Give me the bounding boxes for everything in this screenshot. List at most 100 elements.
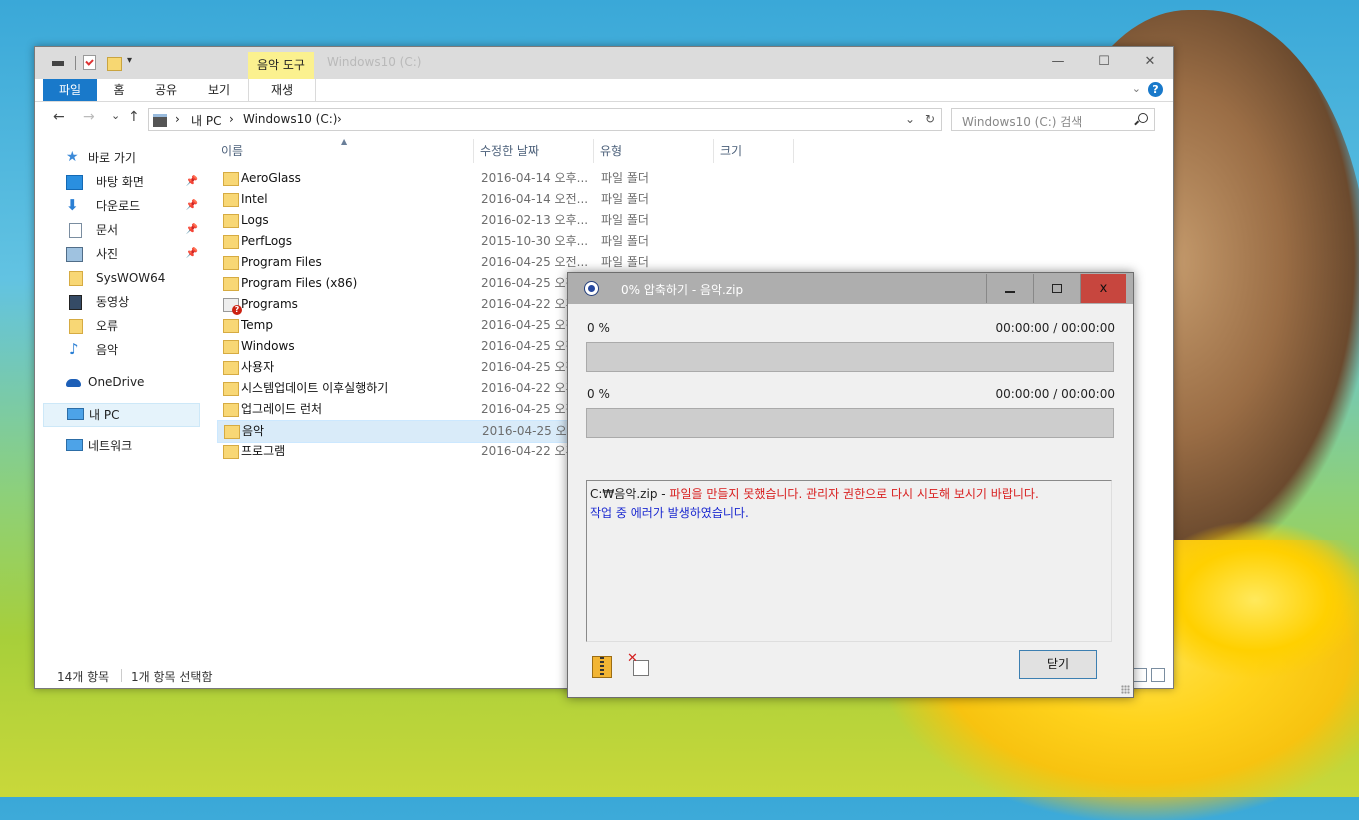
- file-row[interactable]: Program Files 2016-04-25 오전... 파일 폴더: [217, 252, 777, 273]
- sidebar-item-label: 다운로드: [96, 199, 141, 213]
- onedrive-icon: [66, 379, 81, 387]
- properties-icon[interactable]: [83, 55, 96, 70]
- close-button[interactable]: ✕: [1127, 47, 1173, 77]
- sidebar-item-videos[interactable]: 동영상: [43, 291, 198, 313]
- breadcrumb-this-pc[interactable]: 내 PC: [191, 112, 221, 129]
- log-error-message: 파일을 만들지 못했습니다. 관리자 권한으로 다시 시도해 보시기 바랍니다.: [669, 487, 1039, 501]
- tab-home[interactable]: 홈: [109, 79, 129, 101]
- log-line-info: 작업 중 에러가 발생하였습니다.: [590, 506, 749, 520]
- sidebar-item-quick-access[interactable]: ★ 바로 가기: [43, 147, 198, 169]
- address-dropdown-icon[interactable]: ⌄: [905, 112, 915, 126]
- new-folder-icon[interactable]: [107, 57, 122, 71]
- log-output[interactable]: C:₩음악.zip - 파일을 만들지 못했습니다. 관리자 권한으로 다시 시…: [586, 480, 1112, 642]
- tab-play[interactable]: 재생: [248, 79, 316, 101]
- back-button[interactable]: ←: [53, 109, 65, 125]
- sidebar-item-errors[interactable]: 오류: [43, 315, 198, 337]
- resize-grip[interactable]: [1121, 685, 1130, 694]
- elapsed-time-1: 00:00:00 / 00:00:00: [995, 321, 1115, 335]
- sidebar-item-onedrive[interactable]: OneDrive: [43, 371, 198, 393]
- explorer-titlebar[interactable]: ▾ 음악 도구 Windows10 (C:) — ☐ ✕: [35, 47, 1173, 79]
- sidebar-item-pictures[interactable]: 사진 📌: [43, 243, 198, 265]
- search-icon[interactable]: [1138, 113, 1148, 123]
- file-row[interactable]: PerfLogs 2015-10-30 오후... 파일 폴더: [217, 231, 777, 252]
- up-button[interactable]: ↑: [128, 109, 140, 125]
- dialog-maximize-button[interactable]: [1033, 274, 1080, 303]
- sidebar-item-documents[interactable]: 문서 📌: [43, 219, 198, 241]
- folder-icon: [223, 172, 239, 186]
- dialog-close-button[interactable]: x: [1080, 274, 1126, 303]
- file-name: Programs: [241, 297, 298, 311]
- file-date: 2016-04-14 오전...: [481, 192, 589, 206]
- sidebar-item-label: SysWOW64: [96, 271, 166, 285]
- address-bar[interactable]: › 내 PC › Windows10 (C:) › ⌄ ↻: [148, 108, 942, 131]
- folder-icon: [223, 403, 239, 417]
- file-name: Windows: [241, 339, 295, 353]
- file-name: 사용자: [241, 360, 275, 374]
- tab-view[interactable]: 보기: [205, 79, 233, 101]
- music-tools-tab[interactable]: 음악 도구: [248, 52, 314, 79]
- column-header-size[interactable]: 크기: [714, 139, 794, 163]
- open-archive-icon[interactable]: [592, 656, 612, 678]
- file-row[interactable]: AeroGlass 2016-04-14 오후... 파일 폴더: [217, 168, 777, 189]
- breadcrumb-separator[interactable]: ›: [337, 112, 342, 126]
- sidebar-item-label: 동영상: [96, 295, 130, 309]
- large-icons-view-icon[interactable]: [1151, 668, 1165, 682]
- search-input[interactable]: Windows10 (C:) 검색: [951, 108, 1155, 131]
- folder-icon: [223, 361, 239, 375]
- breadcrumb-separator[interactable]: ›: [175, 112, 180, 126]
- file-name: Intel: [241, 192, 268, 206]
- breadcrumb-separator[interactable]: ›: [229, 112, 234, 126]
- cancel-window-icon[interactable]: ✕: [627, 651, 649, 676]
- folder-icon: [223, 445, 239, 459]
- breadcrumb-drive[interactable]: Windows10 (C:): [243, 112, 337, 126]
- pictures-icon: [66, 247, 83, 262]
- video-icon: [69, 295, 82, 310]
- tab-share[interactable]: 공유: [151, 79, 181, 101]
- forward-button[interactable]: →: [83, 109, 95, 125]
- sidebar-item-label: 내 PC: [89, 408, 120, 422]
- selection-count: 1개 항목 선택함: [131, 670, 213, 684]
- sidebar-item-this-pc[interactable]: 내 PC: [43, 403, 200, 427]
- minimize-button[interactable]: —: [1035, 47, 1081, 77]
- sidebar-item-syswow64[interactable]: SysWOW64: [43, 267, 198, 289]
- recent-locations-button[interactable]: ⌄: [111, 109, 120, 122]
- close-x-icon: ✕: [627, 651, 638, 666]
- download-icon: ⬇: [66, 196, 79, 214]
- customize-toolbar-icon[interactable]: ▾: [127, 55, 141, 71]
- close-button[interactable]: 닫기: [1019, 650, 1097, 679]
- file-row[interactable]: Logs 2016-02-13 오후... 파일 폴더: [217, 210, 777, 231]
- column-header-name[interactable]: 이름 ▲: [215, 137, 474, 163]
- pin-icon[interactable]: 📌: [186, 219, 198, 241]
- refresh-icon[interactable]: ↻: [925, 112, 935, 126]
- help-icon[interactable]: ?: [1148, 82, 1163, 97]
- column-label: 크기: [720, 144, 743, 158]
- maximize-button[interactable]: ☐: [1081, 47, 1127, 77]
- file-row[interactable]: Intel 2016-04-14 오전... 파일 폴더: [217, 189, 777, 210]
- pin-icon[interactable]: 📌: [186, 171, 198, 193]
- pin-icon[interactable]: 📌: [186, 243, 198, 265]
- drive-icon[interactable]: [51, 55, 65, 71]
- column-header-date[interactable]: 수정한 날짜: [474, 139, 594, 163]
- details-view-icon[interactable]: [1133, 668, 1147, 682]
- file-name: 시스템업데이트 이후실행하기: [241, 381, 389, 395]
- sidebar-item-network[interactable]: 네트워크: [43, 435, 198, 457]
- expand-ribbon-icon[interactable]: ⌄: [1132, 82, 1141, 95]
- folder-icon: [223, 235, 239, 249]
- file-date: 2016-02-13 오후...: [481, 213, 589, 227]
- separator: [121, 669, 122, 682]
- progress-percent-1: 0 %: [587, 321, 610, 335]
- dialog-minimize-button[interactable]: [986, 274, 1033, 303]
- computer-icon: [67, 408, 84, 420]
- file-name: Logs: [241, 213, 269, 227]
- file-type: 파일 폴더: [601, 192, 649, 206]
- sidebar-item-desktop[interactable]: 바탕 화면 📌: [43, 171, 198, 193]
- sidebar-item-downloads[interactable]: ⬇ 다운로드 📌: [43, 195, 198, 217]
- column-header-type[interactable]: 유형: [594, 139, 714, 163]
- sidebar-item-music[interactable]: ♪ 음악: [43, 339, 198, 361]
- file-name: Program Files (x86): [241, 276, 358, 290]
- dialog-titlebar[interactable]: 0% 압축하기 - 음악.zip x: [568, 273, 1133, 304]
- tab-file[interactable]: 파일: [43, 79, 97, 101]
- folder-icon: [223, 277, 239, 291]
- pin-icon[interactable]: 📌: [186, 195, 198, 217]
- file-date: 2016-04-14 오후...: [481, 171, 589, 185]
